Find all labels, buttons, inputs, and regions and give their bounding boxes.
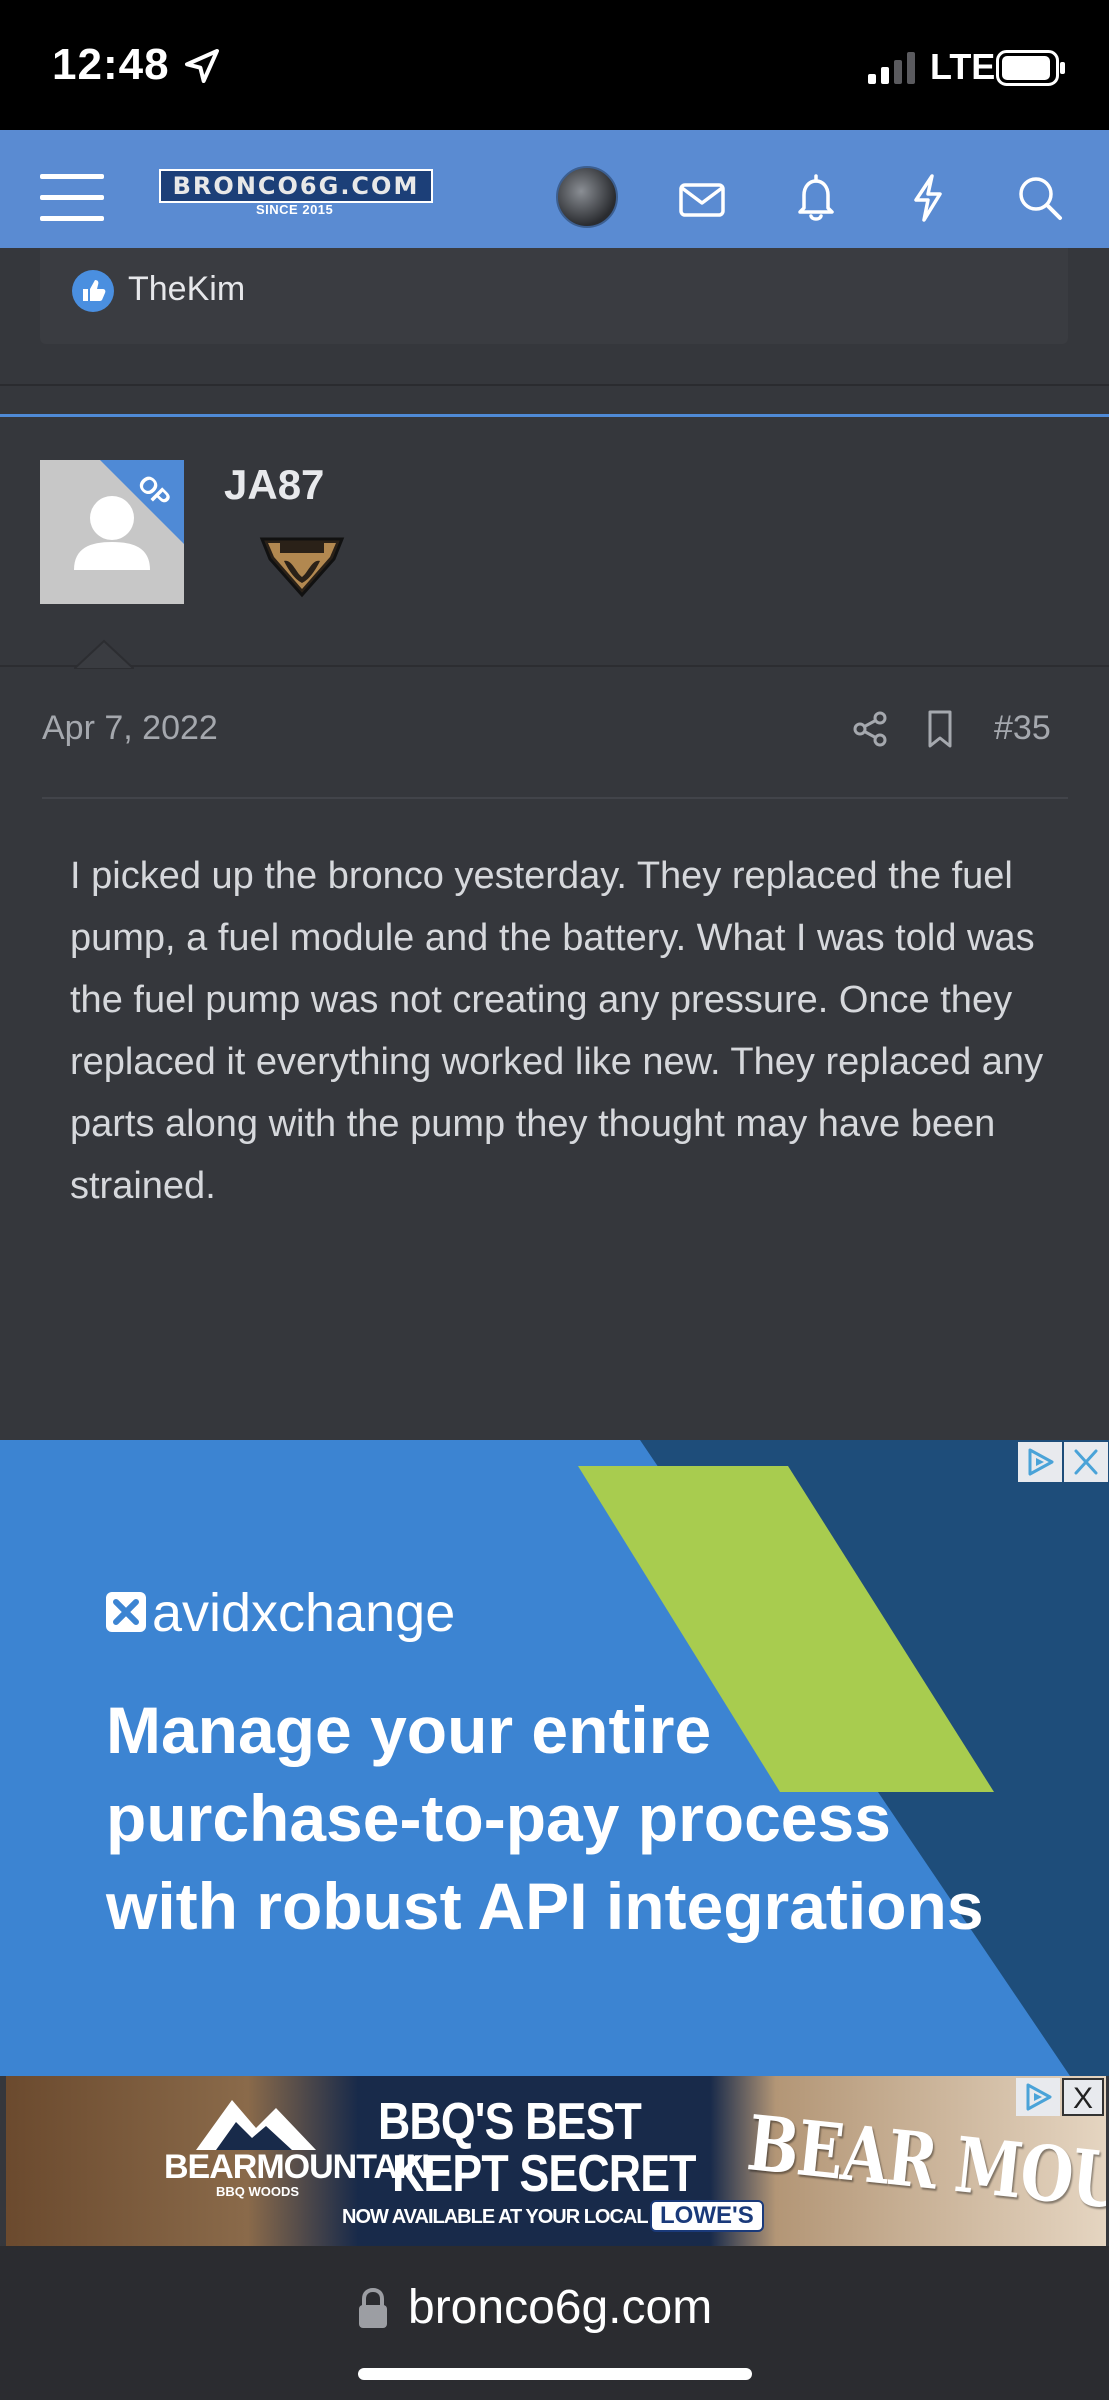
ad-headline: Manage your entire purchase-to-pay proce… (106, 1693, 984, 1943)
ad-store-logo: LOWE'S (650, 2200, 764, 2232)
ad-availability: NOW AVAILABLE AT YOUR LOCAL (342, 2206, 649, 2228)
reaction-user-link[interactable]: TheKim (128, 270, 245, 309)
url-text[interactable]: bronco6g.com (408, 2280, 712, 2335)
status-time: 12:48 (52, 40, 170, 89)
ad-brand-name: BEARMOUNTAIN (164, 2148, 430, 2186)
site-tagline: SINCE 2015 (256, 202, 334, 217)
envelope-icon[interactable] (676, 174, 728, 226)
poster-header: OP JA87 (0, 417, 1109, 669)
reaction-bar: TheKim (40, 248, 1068, 344)
cellular-signal-icon (868, 52, 915, 84)
location-arrow-icon (185, 49, 219, 83)
lock-icon (359, 2287, 387, 2328)
ad-close-label: X (1073, 2082, 1094, 2115)
badlands-badge-icon (259, 537, 345, 598)
post-number-link[interactable]: #35 (994, 709, 1051, 748)
advertisement-bearmountain[interactable]: BEARMOUNTAIN BBQ WOODS BBQ'S BEST KEPT S… (6, 2076, 1106, 2246)
poster-username[interactable]: JA87 (224, 461, 324, 509)
post-date[interactable]: Apr 7, 2022 (42, 709, 218, 748)
battery-icon (996, 50, 1065, 86)
divider (42, 797, 1068, 799)
browser-address-bar[interactable]: bronco6g.com (0, 2246, 1109, 2400)
mountain-bear-logo-icon (196, 2100, 316, 2150)
hamburger-menu-icon[interactable] (40, 172, 104, 224)
share-icon[interactable] (850, 709, 890, 749)
bookmark-icon[interactable] (922, 709, 958, 749)
search-icon[interactable] (1014, 172, 1066, 224)
home-indicator[interactable] (358, 2368, 752, 2380)
ad-brand-sub: BBQ WOODS (216, 2184, 300, 2199)
ad-choices-icon[interactable] (1016, 2078, 1060, 2116)
svg-text:BRONCO6G.COM: BRONCO6G.COM (173, 172, 420, 200)
avidxchange-logo-icon (106, 1592, 146, 1632)
ad-bag-text: BEAR MOUN (743, 2098, 1106, 2232)
poster-avatar[interactable]: OP (40, 460, 184, 604)
ad-headline-line-1: BBQ'S BEST (378, 2093, 642, 2151)
lightning-bolt-icon[interactable] (902, 172, 954, 224)
bell-icon[interactable] (790, 172, 842, 224)
thumbs-up-icon (72, 270, 114, 312)
ad-headline-line-2: KEPT SECRET (392, 2145, 696, 2203)
previous-post-footer: TheKim (0, 248, 1109, 386)
ad-choices-icon[interactable] (1018, 1442, 1062, 1482)
advertisement-avidxchange[interactable]: avidxchange Manage your entire purchase-… (0, 1440, 1109, 2076)
ad-close-icon[interactable] (1064, 1442, 1108, 1482)
ad-brand-name: avidxchange (152, 1583, 456, 1643)
network-type: LTE (930, 46, 996, 87)
user-avatar[interactable] (556, 166, 618, 228)
post-pointer (74, 639, 134, 669)
ad-close-button[interactable]: X (1062, 2078, 1104, 2116)
post: OP JA87 Apr 7, 2022 #35 I picked up the … (0, 417, 1109, 1440)
site-header: BRONCO6G.COM SINCE 2015 (0, 130, 1109, 248)
status-bar: 12:48 LTE (0, 0, 1109, 130)
post-body: I picked up the bronco yesterday. They r… (70, 855, 1044, 1207)
